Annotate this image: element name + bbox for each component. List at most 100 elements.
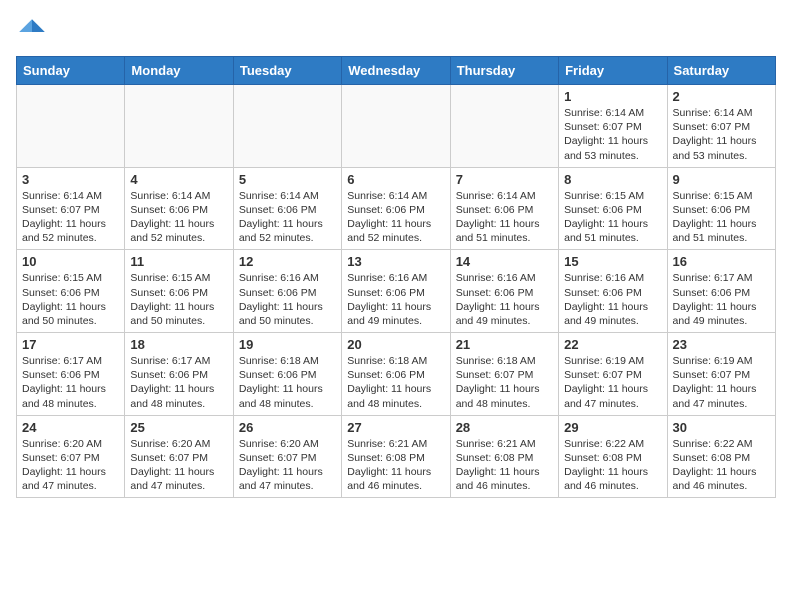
day-number: 1 bbox=[564, 89, 661, 104]
day-info: Sunrise: 6:22 AM Sunset: 6:08 PM Dayligh… bbox=[673, 437, 770, 494]
calendar-cell: 3 Sunrise: 6:14 AM Sunset: 6:07 PM Daylig… bbox=[17, 167, 125, 250]
day-info: Sunrise: 6:19 AM Sunset: 6:07 PM Dayligh… bbox=[564, 354, 661, 411]
calendar-week-row: 17 Sunrise: 6:17 AM Sunset: 6:06 PM Dayli… bbox=[17, 333, 776, 416]
day-info: Sunrise: 6:14 AM Sunset: 6:07 PM Dayligh… bbox=[673, 106, 770, 163]
day-number: 3 bbox=[22, 172, 119, 187]
day-info: Sunrise: 6:16 AM Sunset: 6:06 PM Dayligh… bbox=[456, 271, 553, 328]
day-info: Sunrise: 6:14 AM Sunset: 6:07 PM Dayligh… bbox=[564, 106, 661, 163]
calendar-week-row: 10Sunrise: 6:15 AM Sunset: 6:06 PM Dayli… bbox=[17, 250, 776, 333]
day-info: Sunrise: 6:20 AM Sunset: 6:07 PM Dayligh… bbox=[22, 437, 119, 494]
day-number: 18 bbox=[130, 337, 227, 352]
calendar-cell: 30 Sunrise: 6:22 AM Sunset: 6:08 PM Dayli… bbox=[667, 415, 775, 498]
calendar-cell bbox=[17, 85, 125, 168]
day-info: Sunrise: 6:18 AM Sunset: 6:06 PM Dayligh… bbox=[347, 354, 444, 411]
calendar-table: SundayMondayTuesdayWednesdayThursdayFrid… bbox=[16, 56, 776, 498]
day-info: Sunrise: 6:21 AM Sunset: 6:08 PM Dayligh… bbox=[456, 437, 553, 494]
calendar-cell: 10Sunrise: 6:15 AM Sunset: 6:06 PM Dayli… bbox=[17, 250, 125, 333]
calendar-cell bbox=[125, 85, 233, 168]
day-number: 23 bbox=[673, 337, 770, 352]
day-info: Sunrise: 6:20 AM Sunset: 6:07 PM Dayligh… bbox=[239, 437, 336, 494]
calendar-cell: 19 Sunrise: 6:18 AM Sunset: 6:06 PM Dayli… bbox=[233, 333, 341, 416]
day-number: 2 bbox=[673, 89, 770, 104]
day-info: Sunrise: 6:16 AM Sunset: 6:06 PM Dayligh… bbox=[564, 271, 661, 328]
day-number: 6 bbox=[347, 172, 444, 187]
day-number: 24 bbox=[22, 420, 119, 435]
day-number: 19 bbox=[239, 337, 336, 352]
calendar-cell: 25 Sunrise: 6:20 AM Sunset: 6:07 PM Dayli… bbox=[125, 415, 233, 498]
calendar-week-row: 24 Sunrise: 6:20 AM Sunset: 6:07 PM Dayli… bbox=[17, 415, 776, 498]
weekday-header-sunday: Sunday bbox=[17, 57, 125, 85]
day-number: 15 bbox=[564, 254, 661, 269]
calendar-cell: 22 Sunrise: 6:19 AM Sunset: 6:07 PM Dayli… bbox=[559, 333, 667, 416]
calendar-cell: 24 Sunrise: 6:20 AM Sunset: 6:07 PM Dayli… bbox=[17, 415, 125, 498]
day-number: 30 bbox=[673, 420, 770, 435]
day-info: Sunrise: 6:14 AM Sunset: 6:06 PM Dayligh… bbox=[456, 189, 553, 246]
calendar-cell: 2 Sunrise: 6:14 AM Sunset: 6:07 PM Daylig… bbox=[667, 85, 775, 168]
day-number: 27 bbox=[347, 420, 444, 435]
weekday-header-tuesday: Tuesday bbox=[233, 57, 341, 85]
calendar-week-row: 1 Sunrise: 6:14 AM Sunset: 6:07 PM Daylig… bbox=[17, 85, 776, 168]
calendar-cell: 7 Sunrise: 6:14 AM Sunset: 6:06 PM Daylig… bbox=[450, 167, 558, 250]
day-number: 22 bbox=[564, 337, 661, 352]
day-info: Sunrise: 6:17 AM Sunset: 6:06 PM Dayligh… bbox=[130, 354, 227, 411]
day-info: Sunrise: 6:15 AM Sunset: 6:06 PM Dayligh… bbox=[673, 189, 770, 246]
day-number: 25 bbox=[130, 420, 227, 435]
calendar-cell: 28 Sunrise: 6:21 AM Sunset: 6:08 PM Dayli… bbox=[450, 415, 558, 498]
day-info: Sunrise: 6:14 AM Sunset: 6:06 PM Dayligh… bbox=[347, 189, 444, 246]
day-info: Sunrise: 6:17 AM Sunset: 6:06 PM Dayligh… bbox=[22, 354, 119, 411]
calendar-cell: 20Sunrise: 6:18 AM Sunset: 6:06 PM Dayli… bbox=[342, 333, 450, 416]
calendar-week-row: 3 Sunrise: 6:14 AM Sunset: 6:07 PM Daylig… bbox=[17, 167, 776, 250]
day-number: 8 bbox=[564, 172, 661, 187]
calendar-cell bbox=[342, 85, 450, 168]
calendar-cell: 17 Sunrise: 6:17 AM Sunset: 6:06 PM Dayli… bbox=[17, 333, 125, 416]
day-info: Sunrise: 6:14 AM Sunset: 6:07 PM Dayligh… bbox=[22, 189, 119, 246]
day-info: Sunrise: 6:20 AM Sunset: 6:07 PM Dayligh… bbox=[130, 437, 227, 494]
weekday-header-thursday: Thursday bbox=[450, 57, 558, 85]
day-number: 14 bbox=[456, 254, 553, 269]
day-info: Sunrise: 6:14 AM Sunset: 6:06 PM Dayligh… bbox=[239, 189, 336, 246]
day-number: 13 bbox=[347, 254, 444, 269]
calendar-cell: 15 Sunrise: 6:16 AM Sunset: 6:06 PM Dayli… bbox=[559, 250, 667, 333]
day-number: 5 bbox=[239, 172, 336, 187]
calendar-cell: 21 Sunrise: 6:18 AM Sunset: 6:07 PM Dayli… bbox=[450, 333, 558, 416]
day-info: Sunrise: 6:17 AM Sunset: 6:06 PM Dayligh… bbox=[673, 271, 770, 328]
day-number: 7 bbox=[456, 172, 553, 187]
logo bbox=[16, 16, 52, 48]
day-number: 4 bbox=[130, 172, 227, 187]
calendar-cell bbox=[450, 85, 558, 168]
day-info: Sunrise: 6:18 AM Sunset: 6:06 PM Dayligh… bbox=[239, 354, 336, 411]
calendar-cell: 26 Sunrise: 6:20 AM Sunset: 6:07 PM Dayli… bbox=[233, 415, 341, 498]
day-number: 29 bbox=[564, 420, 661, 435]
day-number: 17 bbox=[22, 337, 119, 352]
day-number: 21 bbox=[456, 337, 553, 352]
calendar-cell: 9 Sunrise: 6:15 AM Sunset: 6:06 PM Daylig… bbox=[667, 167, 775, 250]
calendar-cell: 14 Sunrise: 6:16 AM Sunset: 6:06 PM Dayli… bbox=[450, 250, 558, 333]
day-info: Sunrise: 6:15 AM Sunset: 6:06 PM Dayligh… bbox=[564, 189, 661, 246]
calendar-cell: 5 Sunrise: 6:14 AM Sunset: 6:06 PM Daylig… bbox=[233, 167, 341, 250]
calendar-cell: 4Sunrise: 6:14 AM Sunset: 6:06 PM Daylig… bbox=[125, 167, 233, 250]
day-number: 9 bbox=[673, 172, 770, 187]
calendar-cell bbox=[233, 85, 341, 168]
calendar-cell: 16 Sunrise: 6:17 AM Sunset: 6:06 PM Dayli… bbox=[667, 250, 775, 333]
day-number: 16 bbox=[673, 254, 770, 269]
weekday-header-monday: Monday bbox=[125, 57, 233, 85]
day-info: Sunrise: 6:15 AM Sunset: 6:06 PM Dayligh… bbox=[22, 271, 119, 328]
calendar-cell: 23Sunrise: 6:19 AM Sunset: 6:07 PM Dayli… bbox=[667, 333, 775, 416]
day-info: Sunrise: 6:15 AM Sunset: 6:06 PM Dayligh… bbox=[130, 271, 227, 328]
calendar-cell: 13Sunrise: 6:16 AM Sunset: 6:06 PM Dayli… bbox=[342, 250, 450, 333]
calendar-cell: 18 Sunrise: 6:17 AM Sunset: 6:06 PM Dayli… bbox=[125, 333, 233, 416]
logo-icon bbox=[16, 16, 48, 48]
day-number: 28 bbox=[456, 420, 553, 435]
day-info: Sunrise: 6:18 AM Sunset: 6:07 PM Dayligh… bbox=[456, 354, 553, 411]
day-number: 11 bbox=[130, 254, 227, 269]
calendar-cell: 8 Sunrise: 6:15 AM Sunset: 6:06 PM Daylig… bbox=[559, 167, 667, 250]
day-info: Sunrise: 6:16 AM Sunset: 6:06 PM Dayligh… bbox=[239, 271, 336, 328]
weekday-header-wednesday: Wednesday bbox=[342, 57, 450, 85]
calendar-header-row: SundayMondayTuesdayWednesdayThursdayFrid… bbox=[17, 57, 776, 85]
calendar-cell: 11 Sunrise: 6:15 AM Sunset: 6:06 PM Dayli… bbox=[125, 250, 233, 333]
day-info: Sunrise: 6:22 AM Sunset: 6:08 PM Dayligh… bbox=[564, 437, 661, 494]
day-number: 26 bbox=[239, 420, 336, 435]
calendar-cell: 12Sunrise: 6:16 AM Sunset: 6:06 PM Dayli… bbox=[233, 250, 341, 333]
weekday-header-saturday: Saturday bbox=[667, 57, 775, 85]
calendar-cell: 27Sunrise: 6:21 AM Sunset: 6:08 PM Dayli… bbox=[342, 415, 450, 498]
